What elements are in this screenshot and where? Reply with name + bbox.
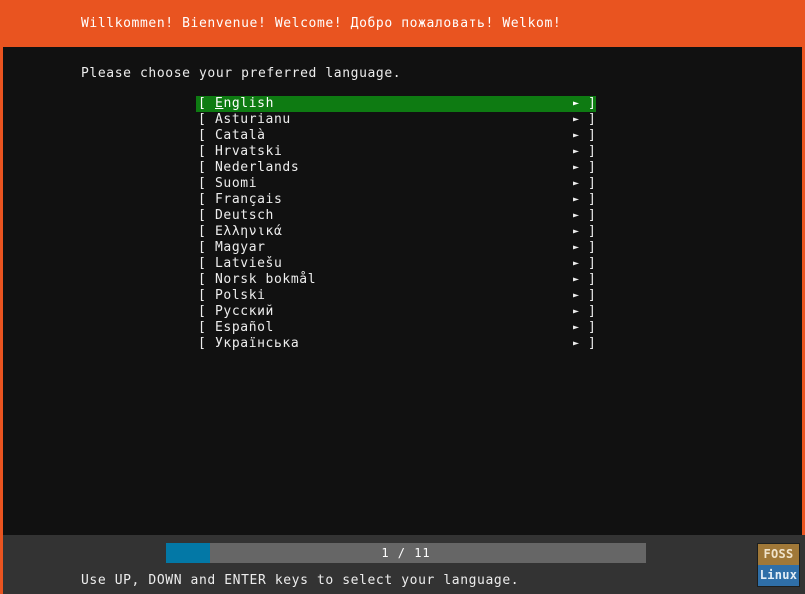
language-option-label: Asturianu <box>215 112 291 127</box>
bracket-close: ] <box>588 128 597 143</box>
language-option-label: Hrvatski <box>215 144 283 159</box>
language-option-label: Français <box>215 192 283 207</box>
language-option[interactable]: [ Latviešu ►] <box>196 256 596 272</box>
language-option[interactable]: [ Magyar ►] <box>196 240 596 256</box>
progress-bar: 1 / 11 <box>166 543 646 563</box>
bracket-open: [ <box>198 208 207 223</box>
language-option[interactable]: [ Català ►] <box>196 128 596 144</box>
language-option-label: Norsk bokmål <box>215 272 317 287</box>
footer: 1 / 11 Use UP, DOWN and ENTER keys to se… <box>0 535 805 594</box>
bracket-close: ] <box>588 208 597 223</box>
language-option-label: Latviešu <box>215 256 283 271</box>
bracket-open: [ <box>198 240 207 255</box>
bracket-open: [ <box>198 112 207 127</box>
fosslinux-watermark: FOSS Linux <box>757 543 800 587</box>
watermark-linux-text: Linux <box>758 565 799 586</box>
chevron-right-icon[interactable]: ► <box>573 240 580 256</box>
bracket-close: ] <box>588 96 597 111</box>
language-option-label: Suomi <box>215 176 258 191</box>
bracket-close: ] <box>588 144 597 159</box>
bracket-open: [ <box>198 128 207 143</box>
chevron-right-icon[interactable]: ► <box>573 112 580 128</box>
bracket-close: ] <box>588 336 597 351</box>
bracket-close: ] <box>588 256 597 271</box>
bracket-close: ] <box>588 112 597 127</box>
language-option-label: English <box>215 96 274 112</box>
bracket-close: ] <box>588 192 597 207</box>
bracket-close: ] <box>588 240 597 255</box>
bracket-open: [ <box>198 144 207 159</box>
language-option[interactable]: [ Asturianu ►] <box>196 112 596 128</box>
chevron-right-icon[interactable]: ► <box>573 256 580 272</box>
chevron-right-icon[interactable]: ► <box>573 144 580 160</box>
language-option[interactable]: [ Polski ►] <box>196 288 596 304</box>
chevron-right-icon[interactable]: ► <box>573 320 580 336</box>
bracket-open: [ <box>198 336 207 351</box>
chevron-right-icon[interactable]: ► <box>573 176 580 192</box>
language-option[interactable]: [ Français ►] <box>196 192 596 208</box>
bracket-open: [ <box>198 272 207 287</box>
language-option[interactable]: [ Deutsch ►] <box>196 208 596 224</box>
chevron-right-icon[interactable]: ► <box>573 336 580 352</box>
chevron-right-icon[interactable]: ► <box>573 224 580 240</box>
welcome-title: Willkommen! Bienvenue! Welcome! Добро по… <box>81 16 562 31</box>
language-option[interactable]: [ English ►] <box>196 96 596 112</box>
bracket-close: ] <box>588 304 597 319</box>
language-option-label-rest: nglish <box>223 96 274 111</box>
chevron-right-icon[interactable]: ► <box>573 208 580 224</box>
bracket-open: [ <box>198 304 207 319</box>
keyboard-hint: Use UP, DOWN and ENTER keys to select yo… <box>81 573 520 588</box>
bracket-close: ] <box>588 320 597 335</box>
language-option[interactable]: [ Norsk bokmål ►] <box>196 272 596 288</box>
welcome-header: Willkommen! Bienvenue! Welcome! Добро по… <box>0 0 805 47</box>
language-option[interactable]: [ Español ►] <box>196 320 596 336</box>
installer-screen: Willkommen! Bienvenue! Welcome! Добро по… <box>0 0 805 594</box>
bracket-open: [ <box>198 160 207 175</box>
bracket-open: [ <box>198 176 207 191</box>
chevron-right-icon[interactable]: ► <box>573 272 580 288</box>
bracket-open: [ <box>198 256 207 271</box>
language-option-label: Ελληνικά <box>215 224 283 239</box>
language-option-label: Español <box>215 320 274 335</box>
language-option-label: Polski <box>215 288 266 303</box>
chevron-right-icon[interactable]: ► <box>573 96 580 112</box>
language-option-label: Magyar <box>215 240 266 255</box>
language-option-label: Nederlands <box>215 160 300 175</box>
chevron-right-icon[interactable]: ► <box>573 192 580 208</box>
language-option[interactable]: [ Nederlands ►] <box>196 160 596 176</box>
bracket-close: ] <box>588 224 597 239</box>
chevron-right-icon[interactable]: ► <box>573 128 580 144</box>
bracket-close: ] <box>588 272 597 287</box>
language-option-label: Català <box>215 128 266 143</box>
bracket-open: [ <box>198 96 207 111</box>
bracket-open: [ <box>198 224 207 239</box>
language-option-label: Українська <box>215 336 300 351</box>
language-option-label: Deutsch <box>215 208 274 223</box>
language-option-label: Русский <box>215 304 274 319</box>
language-option[interactable]: [ Русский ►] <box>196 304 596 320</box>
progress-bar-label: 1 / 11 <box>381 546 431 560</box>
bracket-close: ] <box>588 288 597 303</box>
bracket-close: ] <box>588 176 597 191</box>
chevron-right-icon[interactable]: ► <box>573 288 580 304</box>
language-option[interactable]: [ Ελληνικά ►] <box>196 224 596 240</box>
chevron-right-icon[interactable]: ► <box>573 160 580 176</box>
bracket-close: ] <box>588 160 597 175</box>
watermark-foss-text: FOSS <box>758 544 799 565</box>
bracket-open: [ <box>198 192 207 207</box>
language-option[interactable]: [ Українська ►] <box>196 336 596 352</box>
prompt-text: Please choose your preferred language. <box>81 66 402 81</box>
language-option[interactable]: [ Hrvatski ►] <box>196 144 596 160</box>
chevron-right-icon[interactable]: ► <box>573 304 580 320</box>
language-list[interactable]: [ English ►] [ Asturianu ►] [ Català ►] [ Hrvatski… <box>196 96 596 352</box>
bracket-open: [ <box>198 288 207 303</box>
bracket-open: [ <box>198 320 207 335</box>
language-option[interactable]: [ Suomi ►] <box>196 176 596 192</box>
main-content: Please choose your preferred language. [… <box>0 47 805 535</box>
